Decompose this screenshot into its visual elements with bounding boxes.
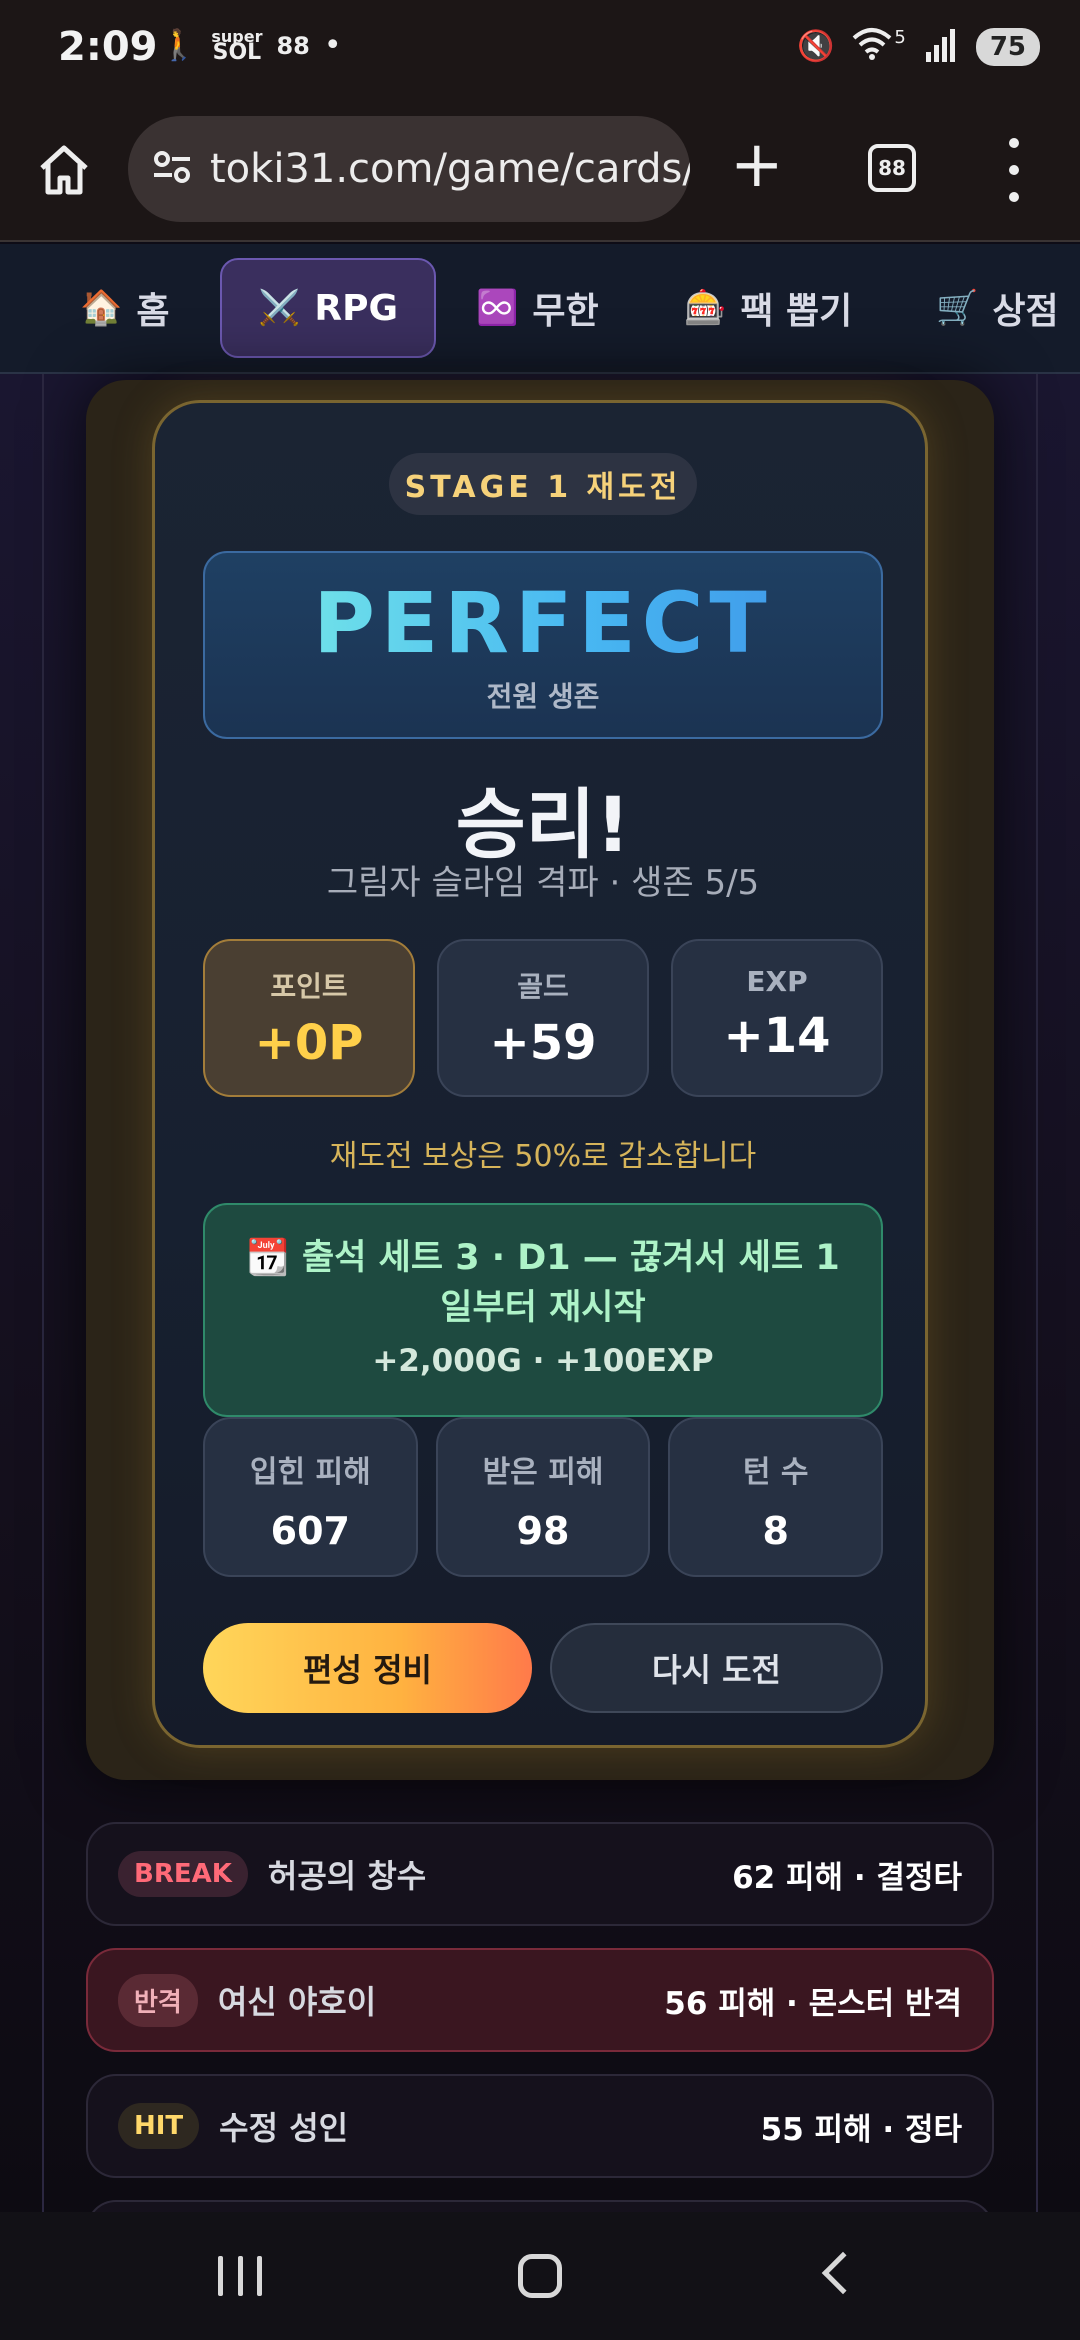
system-icons: 🔇 5 75 [797,26,1040,67]
nav-item-label: 무한 [532,291,599,332]
stage-badge: STAGE 1 재도전 [389,453,697,515]
home-icon[interactable] [32,138,96,202]
url-text[interactable]: toki31.com/game/cards/r [210,146,690,192]
system-nav-bar [0,2212,1080,2340]
browser-toolbar: toki31.com/game/cards/r + 88 [0,100,1080,242]
wifi-icon [852,26,892,67]
log-result: 62 피해 · 결정타 [732,1859,962,1896]
result-subtitle: 그림자 슬라임 격파 · 생존 5/5 [326,863,760,903]
app-88-icon: 88 [276,31,310,60]
log-result: 56 피해 · 몬스터 반격 [664,1985,962,2022]
stat-value: 98 [516,1509,570,1553]
modal-actions: 편성 정비 다시 도전 [203,1623,883,1713]
perfect-banner: PERFECT 전원 생존 [203,551,883,739]
attendance-box: 📆 출석 세트 3 · D1 — 끊겨서 세트 1일부터 재시작 +2,000G… [203,1203,883,1417]
back-icon[interactable] [821,2251,865,2295]
tab-switcher-button[interactable]: 88 [868,144,916,192]
cart-icon: 🛒 [936,288,979,328]
stat-damage-taken: 받은 피해 98 [435,1417,651,1577]
reward-label: 포인트 [270,970,348,1003]
recent-apps-icon[interactable] [218,2256,262,2296]
stat-turn-count: 턴 수 8 [668,1417,884,1577]
reward-row: 포인트 +0P 골드 +59 EXP +14 [203,939,883,1097]
reward-points: 포인트 +0P [203,939,415,1097]
home-button-icon[interactable] [518,2254,562,2298]
log-tag: 반격 [118,1973,198,2027]
dot-icon: • [323,28,342,63]
walk-icon: 🚶 [160,28,198,63]
stat-damage-dealt: 입힌 피해 607 [203,1417,418,1577]
perfect-title: PERFECT [205,575,881,671]
attendance-title: 📆 출석 세트 3 · D1 — 끊겨서 세트 1일부터 재시작 [235,1233,851,1333]
stat-value: 8 [762,1509,789,1553]
calendar-icon: 📆 [246,1238,290,1278]
status-bar: 2:09 🚶 super SOL 88 • 🔇 5 75 [0,0,1080,100]
house-icon: 🏠 [80,288,123,328]
reward-gold: 골드 +59 [437,939,649,1097]
signal-icon [924,28,958,66]
battle-log-item: BREAK 허공의 창수 62 피해 · 결정타 [86,1822,994,1926]
nav-item-label: 상점 [992,291,1059,332]
nav-item-rpg[interactable]: ⚔️ RPG [220,258,436,358]
edit-formation-button[interactable]: 편성 정비 [203,1623,532,1713]
wifi-band-label: 5 [894,27,906,48]
stat-label: 받은 피해 [482,1455,604,1490]
reward-exp: EXP +14 [671,939,883,1097]
nav-item-label: 홈 [136,291,170,332]
battle-log-item: HIT 수정 성인 55 피해 · 정타 [86,2074,994,2178]
super-sol-icon: super SOL [211,29,262,65]
reward-value: +14 [723,1008,831,1064]
stat-label: 입힌 피해 [249,1455,371,1490]
reward-value: +59 [489,1015,597,1071]
nav-item-label: RPG [314,287,398,329]
nav-item-infinite[interactable]: ♾️ 무한 [476,258,599,358]
nav-item-home[interactable]: 🏠 홈 [80,258,169,358]
battle-result-modal: STAGE 1 재도전 PERFECT 전원 생존 승리! 그림자 슬라임 격파… [152,400,928,1748]
slot-machine-icon: 🎰 [684,288,727,328]
retry-reward-notice: 재도전 보상은 50%로 감소합니다 [329,1139,757,1174]
nav-item-label: 팩 뽑기 [740,291,853,332]
reward-value: +0P [254,1015,364,1071]
notification-icons: 🚶 super SOL 88 • [160,28,342,65]
mute-icon: 🔇 [797,29,835,64]
log-unit-name: 허공의 창수 [267,1857,427,1895]
attendance-text: 출석 세트 3 · D1 — 끊겨서 세트 1일부터 재시작 [302,1238,840,1328]
retry-button[interactable]: 다시 도전 [550,1623,883,1713]
swords-icon: ⚔️ [258,288,301,328]
log-unit-name: 수정 성인 [219,2109,349,2147]
status-time: 2:09 [58,24,158,70]
address-bar[interactable]: toki31.com/game/cards/r [128,116,690,222]
battle-log-item: 반격 여신 야호이 56 피해 · 몬스터 반격 [86,1948,994,2052]
stats-row: 입힌 피해 607 받은 피해 98 턴 수 8 [203,1417,884,1577]
log-result: 55 피해 · 정타 [760,2111,962,2148]
perfect-subtitle: 전원 생존 [486,680,600,713]
log-unit-name: 여신 야호이 [217,1983,377,2021]
stat-label: 턴 수 [742,1455,809,1490]
game-nav: 🏠 홈 ⚔️ RPG ♾️ 무한 🎰 팩 뽑기 🛒 상점 [0,244,1080,374]
stat-value: 607 [270,1509,350,1553]
log-tag: BREAK [118,1851,248,1897]
new-tab-icon[interactable]: + [730,130,784,200]
reward-label: EXP [746,965,808,998]
reward-label: 골드 [517,970,569,1003]
more-menu-icon[interactable] [1004,138,1024,202]
sol-label: SOL [212,40,262,65]
attendance-reward: +2,000G · +100EXP [372,1343,714,1379]
site-settings-icon[interactable] [152,149,192,189]
nav-item-shop[interactable]: 🛒 상점 [936,258,1059,358]
infinity-icon: ♾️ [476,288,519,328]
log-tag: HIT [118,2103,200,2149]
nav-item-pack-draw[interactable]: 🎰 팩 뽑기 [684,258,852,358]
battery-indicator: 75 [975,27,1040,66]
